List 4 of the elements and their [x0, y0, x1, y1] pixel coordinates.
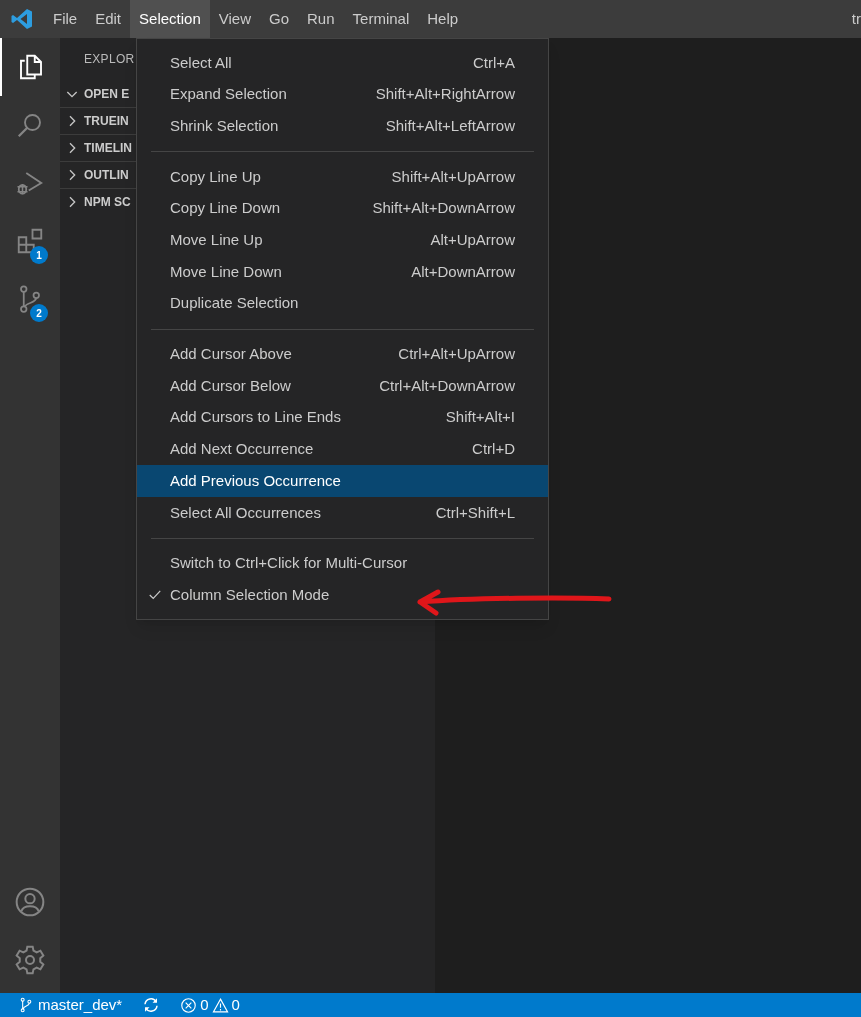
count-badge: 1 [30, 246, 48, 264]
count-badge: 2 [30, 304, 48, 322]
sidebar-title: EXPLOR [84, 51, 135, 68]
window-title: tr [851, 8, 861, 29]
